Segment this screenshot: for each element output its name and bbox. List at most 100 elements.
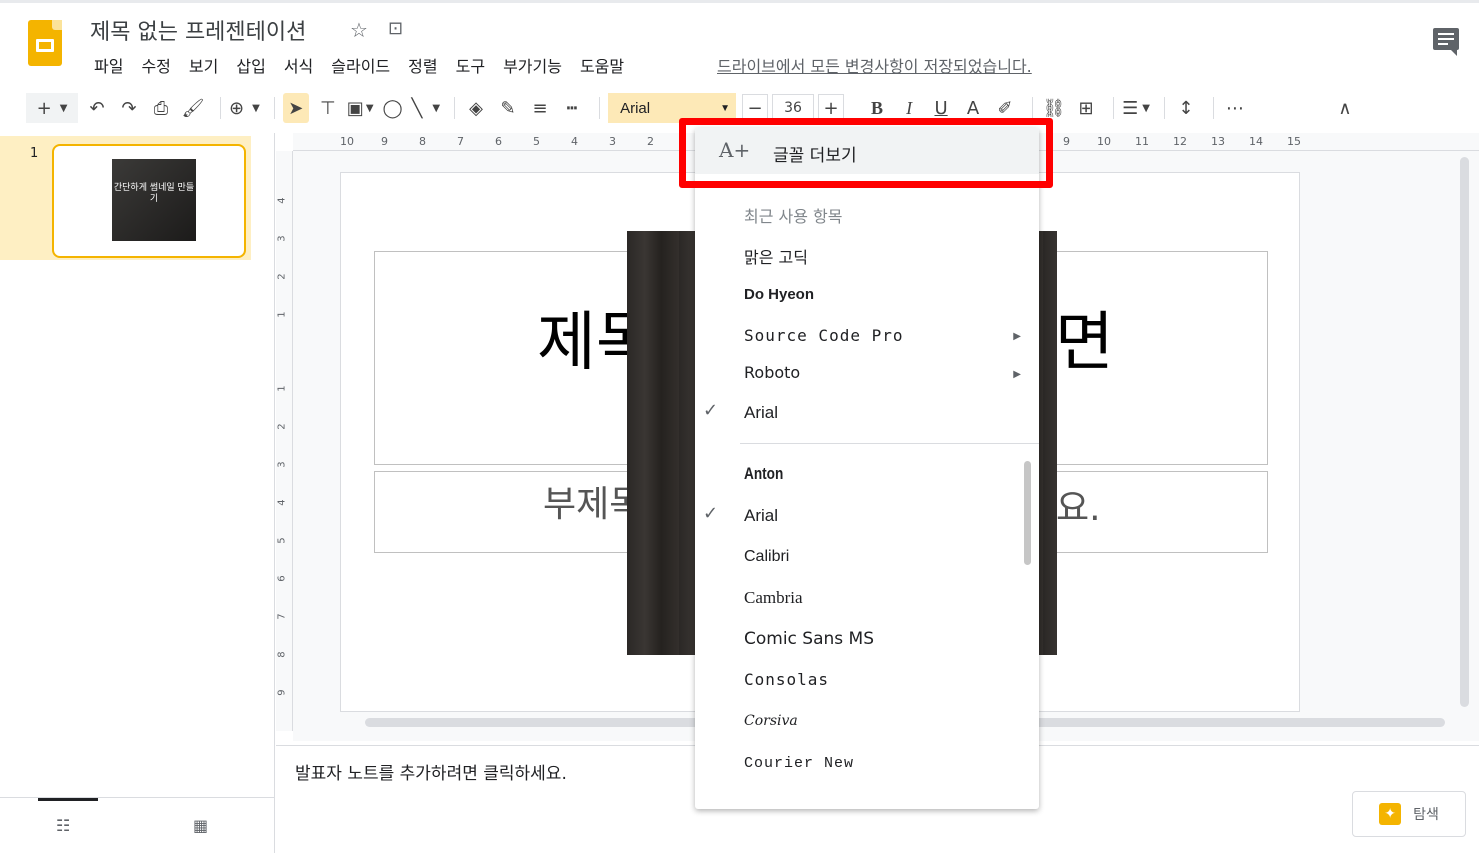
font-item-arial[interactable]: Arial [744, 506, 778, 526]
font-item-calibri[interactable]: Calibri [744, 548, 789, 566]
link-icon[interactable]: ⛓ [1041, 93, 1067, 123]
menu-addons[interactable]: 부가기능 [497, 53, 568, 77]
underline-icon[interactable]: U [928, 93, 954, 123]
text-color-icon[interactable]: A [960, 93, 986, 123]
menu-scrollbar[interactable] [1024, 461, 1031, 565]
move-folder-icon[interactable]: ⊡ [388, 18, 403, 39]
ruler-tick: 2 [647, 135, 654, 148]
vertical-scrollbar[interactable] [1460, 157, 1469, 707]
explore-label: 탐색 [1413, 807, 1439, 823]
italic-icon[interactable]: I [896, 93, 922, 123]
font-item-anton[interactable]: Anton [744, 464, 783, 484]
undo-icon[interactable]: ↶ [84, 93, 110, 123]
slide-thumbnail[interactable]: 간단하게 썸네일 만들기 [52, 144, 246, 258]
menu-file[interactable]: 파일 [88, 53, 129, 77]
add-comment-icon[interactable]: ⊞ [1073, 93, 1099, 123]
font-item-cambria[interactable]: Cambria [744, 588, 803, 608]
ruler-tick: 9 [381, 135, 388, 148]
bold-icon[interactable]: B [864, 93, 890, 123]
slide-row[interactable]: 1 간단하게 썸네일 만들기 [0, 136, 251, 260]
notes-placeholder: 발표자 노트를 추가하려면 클릭하세요. [295, 764, 567, 784]
font-dropdown-menu: A+ 글꼴 더보기 최근 사용 항목 맑은 고딕 Do Hyeon Source… [695, 128, 1039, 809]
font-item-courier-new[interactable]: Courier New [744, 755, 854, 772]
toolbar: + ▼ ↶ ↷ ⎙ 🖌 ⊕ ▼ ➤ ⊤ ▣ ▼ ◯ ╲ ▼ ◈ ✎ ≡ ┅ Arial… [26, 90, 1466, 126]
explore-icon: ✦ [1379, 803, 1402, 825]
doc-title[interactable]: 제목 없는 프레젠테이션 [90, 14, 306, 46]
align-icon[interactable]: ☰ ▼ [1122, 93, 1150, 123]
ruler-tick: 2 [276, 423, 288, 430]
select-tool-icon[interactable]: ➤ [282, 93, 309, 123]
comment-history-icon[interactable] [1433, 28, 1459, 56]
menu-insert[interactable]: 삽입 [230, 53, 271, 77]
grid-view-icon[interactable]: ▦ [193, 816, 208, 835]
slides-app: 제목 없는 프레젠테이션 ☆ ⊡ 파일 수정 보기 삽입 서식 슬라이드 정렬 … [0, 0, 1479, 853]
font-item-source-code-pro[interactable]: Source Code Pro [744, 326, 904, 345]
ruler-tick: 10 [340, 135, 354, 148]
font-select[interactable]: Arial ▼ [608, 93, 737, 123]
vertical-ruler: 4 3 2 1 1 2 3 4 5 6 7 8 9 [276, 151, 293, 731]
menu-bar: 파일 수정 보기 삽입 서식 슬라이드 정렬 도구 부가기능 도움말 [88, 53, 636, 77]
divider [599, 97, 601, 119]
font-item-malgun[interactable]: 맑은 고딕 [744, 244, 808, 268]
border-weight-icon[interactable]: ≡ [527, 93, 553, 123]
new-slide-button[interactable]: + ▼ [26, 93, 78, 123]
ruler-tick: 4 [276, 197, 288, 204]
text-box-icon[interactable]: ⊤ [315, 93, 341, 123]
font-item-roboto[interactable]: Roboto [744, 363, 800, 382]
font-item-corsiva[interactable]: Corsiva [744, 713, 798, 729]
divider [1032, 97, 1034, 119]
font-item-arial-recent[interactable]: Arial [744, 403, 778, 423]
menu-arrange[interactable]: 정렬 [402, 53, 443, 77]
decrease-font-size-button[interactable]: − [742, 94, 769, 122]
ruler-tick: 7 [276, 613, 288, 620]
border-dash-icon[interactable]: ┅ [559, 93, 585, 123]
filmstrip-panel: 1 간단하게 썸네일 만들기 ☷ ▦ [0, 133, 275, 853]
font-item-comic-sans[interactable]: Comic Sans MS [744, 629, 874, 649]
font-size-input[interactable]: 36 [772, 94, 815, 122]
more-fonts-item[interactable]: A+ 글꼴 더보기 [695, 128, 1039, 174]
submenu-arrow-icon: ▶ [1013, 369, 1021, 380]
ruler-tick: 12 [1173, 135, 1187, 148]
paint-format-icon[interactable]: 🖌 [180, 93, 206, 123]
font-item-consolas[interactable]: Consolas [744, 670, 829, 689]
image-icon[interactable]: ▣ ▼ [347, 93, 374, 123]
checkmark-icon: ✓ [703, 400, 719, 421]
print-icon[interactable]: ⎙ [148, 93, 174, 123]
explore-button[interactable]: ✦ 탐색 [1352, 791, 1466, 837]
zoom-icon[interactable]: ⊕ ▼ [229, 93, 260, 123]
divider [1113, 97, 1115, 119]
divider [1163, 97, 1165, 119]
ruler-tick: 2 [276, 273, 288, 280]
ruler-tick: 14 [1249, 135, 1263, 148]
line-icon[interactable]: ╲ ▼ [412, 93, 441, 123]
increase-font-size-button[interactable]: + [818, 94, 845, 122]
ruler-tick: 9 [1063, 135, 1070, 148]
star-icon[interactable]: ☆ [350, 18, 368, 42]
border-color-icon[interactable]: ✎ [495, 93, 521, 123]
ruler-tick: 1 [276, 385, 288, 392]
highlight-color-icon[interactable]: ✐ [992, 93, 1018, 123]
chevron-down-icon: ▼ [720, 102, 731, 114]
menu-edit[interactable]: 수정 [135, 53, 176, 77]
menu-help[interactable]: 도움말 [574, 53, 630, 77]
slides-logo-icon[interactable] [28, 20, 62, 66]
redo-icon[interactable]: ↷ [116, 93, 142, 123]
filmstrip-view-icon[interactable]: ☷ [56, 816, 70, 835]
font-item-do-hyeon[interactable]: Do Hyeon [744, 286, 814, 303]
more-icon[interactable]: ⋯ [1222, 93, 1248, 123]
collapse-toolbar-icon[interactable]: ∧ [1332, 93, 1358, 123]
line-spacing-icon[interactable]: ↕ [1173, 93, 1199, 123]
shape-icon[interactable]: ◯ [380, 93, 406, 123]
fill-color-icon[interactable]: ◈ [463, 93, 489, 123]
save-status-link[interactable]: 드라이브에서 모든 변경사항이 저장되었습니다. [717, 53, 1032, 77]
slide-number: 1 [30, 146, 39, 161]
font-select-value: Arial [620, 99, 651, 117]
menu-view[interactable]: 보기 [183, 53, 224, 77]
menu-slide[interactable]: 슬라이드 [325, 53, 396, 77]
ruler-tick: 1 [276, 311, 288, 318]
ruler-tick: 3 [276, 461, 288, 468]
menu-tools[interactable]: 도구 [450, 53, 491, 77]
checkmark-icon: ✓ [703, 503, 719, 524]
menu-format[interactable]: 서식 [278, 53, 319, 77]
title-text-right: 면 [1055, 306, 1114, 380]
